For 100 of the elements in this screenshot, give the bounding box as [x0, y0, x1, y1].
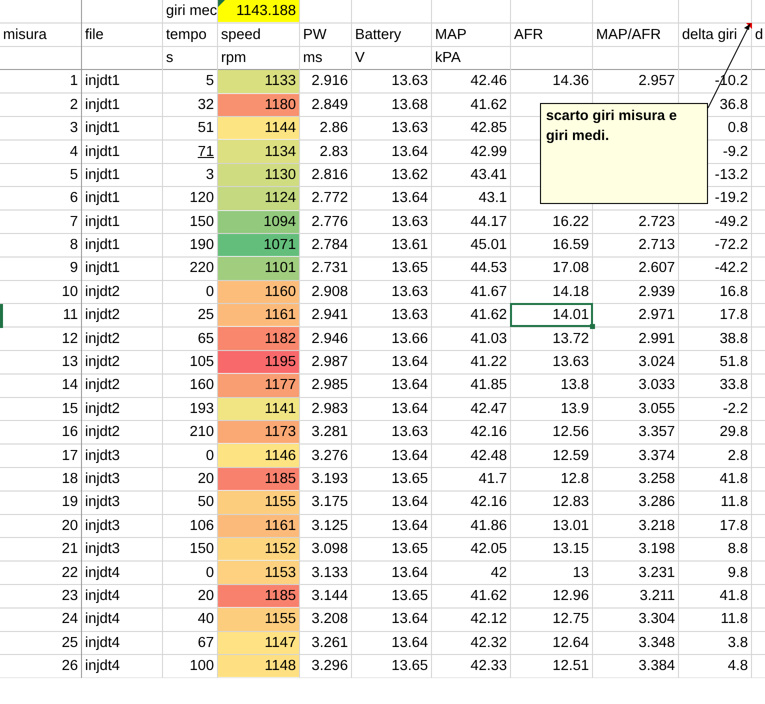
- table-cell-text: 13.64: [390, 516, 429, 536]
- table-cell-text: 3.024: [637, 353, 676, 372]
- table-cell-text: 2.723: [637, 212, 676, 232]
- error-indicator-icon: [218, 0, 225, 7]
- table-cell-text: -9.2: [722, 142, 749, 162]
- table-cell-text: 42.05: [469, 540, 508, 560]
- table-cell-text: 36.8: [718, 96, 749, 115]
- table-cell-text: 42.46: [469, 72, 508, 92]
- table-cell-text: 150: [188, 540, 215, 560]
- table-cell-text: injdt3: [84, 470, 121, 489]
- table-cell-text: 10: [60, 282, 79, 302]
- table-cell-text: -42.2: [714, 259, 749, 278]
- table-cell-text: 12.51: [551, 657, 590, 676]
- table-cell-text: 3.144: [310, 586, 349, 606]
- table-cell-text: 13.64: [390, 189, 429, 208]
- table-cell-text: 14: [60, 376, 79, 396]
- table-cell: 1185: [218, 468, 299, 490]
- column-header: misura: [2, 26, 48, 45]
- table-cell-text: 13.15: [551, 540, 590, 560]
- table-cell-text: 13.8: [560, 376, 590, 396]
- table-cell-text: 13.63: [390, 212, 429, 232]
- table-cell-text: 3.198: [637, 540, 676, 560]
- table-cell: 1153: [218, 561, 299, 584]
- table-cell-text: injdt1: [84, 236, 121, 256]
- table-cell-text: injdt2: [84, 306, 121, 326]
- table-cell-text: 3.098: [310, 540, 349, 560]
- table-cell: 1177: [218, 374, 299, 397]
- table-cell-text: 1: [68, 72, 79, 92]
- table-cell: 1155: [218, 608, 299, 631]
- table-cell-text: 15: [60, 400, 79, 419]
- table-cell-text: injdt2: [84, 353, 121, 372]
- table-cell-text: 41.62: [469, 306, 508, 326]
- column-header: PW: [302, 26, 328, 45]
- table-cell-text: 13.63: [551, 353, 590, 372]
- table-cell-text: injdt3: [84, 516, 121, 536]
- table-cell-text: 8: [68, 236, 79, 256]
- table-cell-text: 26: [60, 657, 79, 676]
- table-cell-text: 13.64: [390, 400, 429, 419]
- table-cell: 1182: [218, 327, 299, 350]
- table-cell-text: 3.193: [310, 470, 349, 489]
- table-cell-text: 2.731: [310, 259, 349, 278]
- table-cell-text: 2.816: [310, 166, 349, 185]
- table-cell-text: 2.784: [310, 236, 349, 256]
- table-cell-text: 0: [204, 446, 215, 466]
- table-cell-text: 3.357: [637, 423, 676, 442]
- table-cell: 1144: [218, 116, 299, 140]
- table-cell-text: 45.01: [469, 236, 508, 256]
- column-header: tempo: [165, 26, 208, 45]
- table-cell-text: 42.16: [469, 423, 508, 442]
- table-cell-text: 3.348: [637, 634, 676, 653]
- table-cell-text: 21: [60, 540, 79, 560]
- table-cell-text: 25: [60, 634, 79, 653]
- table-cell-text: 67: [196, 634, 215, 653]
- table-cell-text: injdt4: [84, 610, 121, 630]
- table-cell-text: 13.68: [390, 96, 429, 115]
- table-cell-text: 210: [188, 423, 215, 442]
- table-cell-text: 71: [196, 142, 215, 162]
- table-cell-text: 41.7: [478, 470, 508, 489]
- table-cell-text: 3.276: [310, 446, 349, 466]
- table-cell-text: -19.2: [714, 189, 749, 208]
- table-cell-text: 11.8: [720, 493, 749, 512]
- table-cell-text: 13.63: [390, 306, 429, 326]
- table-cell-text: giri mec: [165, 2, 217, 22]
- table-cell-text: 4: [68, 142, 79, 162]
- table-cell-text: 13.65: [390, 259, 429, 278]
- table-cell: 1147: [218, 632, 299, 654]
- table-cell-text: injdt2: [84, 282, 121, 302]
- table-cell-text: 13.63: [390, 72, 429, 92]
- table-cell-text: 9: [68, 259, 79, 278]
- table-cell-text: 24: [60, 610, 79, 630]
- table-cell-text: 3.384: [637, 657, 676, 676]
- table-cell-text: 32: [196, 96, 215, 115]
- table-cell-text: 3.211: [638, 586, 676, 606]
- table-cell-text: 220: [188, 259, 215, 278]
- table-cell-text: 2.83: [318, 142, 349, 162]
- table-cell-text: 25: [196, 306, 215, 326]
- table-cell: 1130: [218, 164, 299, 186]
- table-cell-text: 41.8: [718, 586, 749, 606]
- table-cell-text: 2.8: [726, 446, 749, 466]
- table-cell-text: 42.85: [469, 119, 508, 138]
- table-cell-text: 12.8: [560, 470, 590, 489]
- table-cell: 1101: [218, 257, 299, 280]
- table-cell-text: 3.218: [637, 516, 676, 536]
- table-cell-text: 22: [60, 564, 79, 583]
- table-cell-text: 2.916: [310, 72, 349, 92]
- table-cell-text: 41.85: [469, 376, 508, 396]
- table-cell-text: 51.8: [718, 353, 749, 372]
- table-cell-text: 16.22: [551, 212, 590, 232]
- table-cell-text: injdt1: [84, 166, 121, 185]
- table-cell-text: injdt1: [84, 142, 121, 162]
- table-cell-text: 6: [68, 189, 79, 208]
- table-cell-text: 41.62: [469, 586, 508, 606]
- table-cell-text: 12.75: [551, 610, 590, 630]
- table-cell-text: 41.8: [718, 470, 749, 489]
- table-cell-text: 42.32: [469, 634, 508, 653]
- table-cell-text: injdt1: [84, 212, 121, 232]
- table-cell-text: 17.08: [551, 259, 590, 278]
- table-cell-text: 13.9: [560, 400, 590, 419]
- column-header: file: [84, 26, 105, 45]
- table-cell-text: 193: [188, 400, 215, 419]
